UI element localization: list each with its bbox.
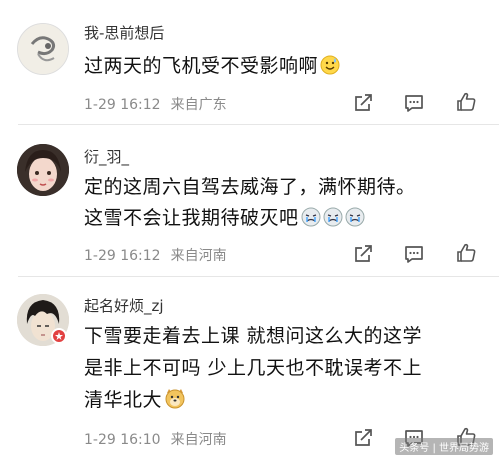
share-icon[interactable] xyxy=(352,427,374,449)
comment-meta: 1-29 16:12 来自广东 xyxy=(84,94,227,114)
ink-painting-avatar-image xyxy=(18,24,68,74)
comment-meta: 1-29 16:12 来自河南 xyxy=(84,245,227,265)
comment-text: 过两天的飞机受不受影响啊 xyxy=(84,55,319,77)
comment-text-line: 过两天的飞机受不受影响啊 xyxy=(84,51,340,80)
comment-location: 来自河南 xyxy=(170,432,227,448)
comment-time: 1-29 16:12 xyxy=(84,248,161,264)
comment-location: 来自河南 xyxy=(170,248,227,264)
like-icon[interactable] xyxy=(455,91,477,113)
comment-location: 来自广东 xyxy=(170,97,227,113)
sweat-smile-emoji xyxy=(320,55,340,80)
comment-text-line: 清华北大 xyxy=(84,385,186,414)
comment-item: 我-思前想后 过两天的飞机受不受影响啊 1-29 16:12 来自广东 xyxy=(0,0,499,125)
doge-emoji xyxy=(164,387,186,414)
comment-username[interactable]: 起名好烦_zj xyxy=(84,295,164,316)
avatar[interactable] xyxy=(17,144,69,196)
comment-icon[interactable] xyxy=(403,243,425,265)
comment-time: 1-29 16:12 xyxy=(84,97,161,113)
comment-username[interactable]: 衍_羽_ xyxy=(84,146,129,167)
comment-text-line: 这雪不会让我期待破灭吧 xyxy=(84,203,367,232)
like-icon[interactable] xyxy=(455,242,477,264)
comment-time: 1-29 16:10 xyxy=(84,432,161,448)
avatar[interactable] xyxy=(17,23,69,75)
comment-icon[interactable] xyxy=(403,92,425,114)
comment-text: 这雪不会让我期待破灭吧 xyxy=(84,207,299,229)
vip-badge-icon xyxy=(51,328,67,344)
comment-text: 定的这周六自驾去威海了，满怀期待。 xyxy=(84,176,416,198)
comment-text: 清华北大 xyxy=(84,389,163,411)
comment-text-line: 是非上不可吗 少上几天也不耽误考不上 xyxy=(84,353,422,380)
watermark: 头条号 | 世界局势游 xyxy=(395,438,493,455)
comment-item: 衍_羽_ 定的这周六自驾去威海了，满怀期待。 这雪不会让我期待破灭吧 1-29 … xyxy=(0,125,499,275)
comment-text: 下雪要走着去上课 就想问这么大的这学 xyxy=(84,325,423,347)
comment-meta: 1-29 16:10 来自河南 xyxy=(84,429,227,449)
girl-portrait-avatar-image xyxy=(17,144,69,196)
comment-text-line: 定的这周六自驾去威海了，满怀期待。 xyxy=(84,172,416,199)
crying-emoji xyxy=(301,207,367,232)
share-icon[interactable] xyxy=(352,243,374,265)
comment-text: 是非上不可吗 少上几天也不耽误考不上 xyxy=(84,357,423,379)
comment-text-line: 下雪要走着去上课 就想问这么大的这学 xyxy=(84,321,422,348)
comment-item: 起名好烦_zj 下雪要走着去上课 就想问这么大的这学 是非上不可吗 少上几天也不… xyxy=(0,277,499,459)
comment-username[interactable]: 我-思前想后 xyxy=(84,22,164,43)
share-icon[interactable] xyxy=(352,92,374,114)
